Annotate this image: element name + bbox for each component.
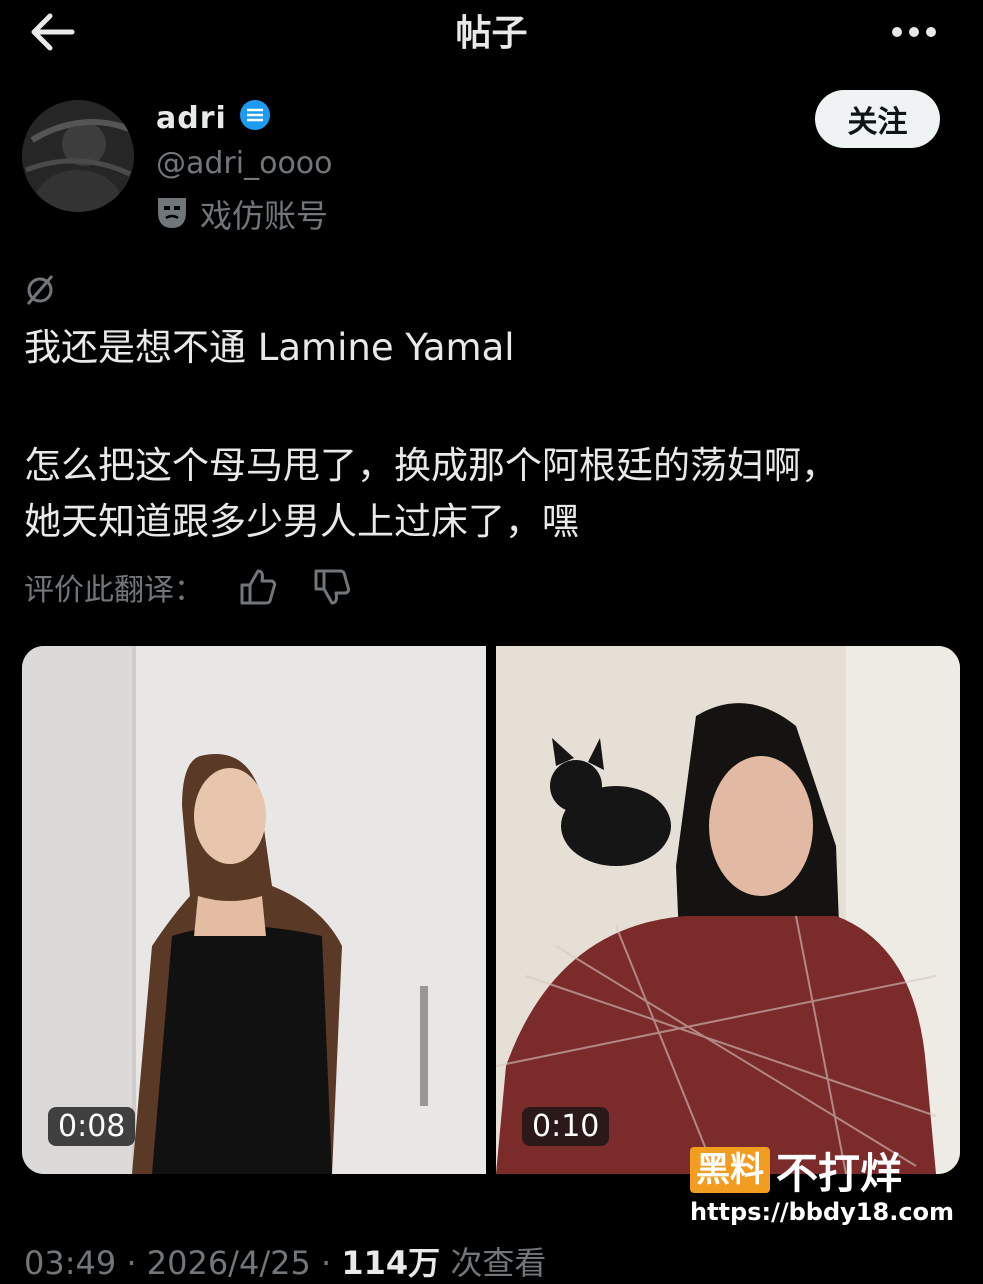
view-label: 次查看 <box>450 1244 547 1282</box>
parody-label: 戏仿账号 <box>200 197 329 235</box>
watermark-url: https://bbdy18.com <box>690 1198 955 1226</box>
page-title: 帖子 <box>455 13 528 54</box>
video-1-image <box>22 646 486 1174</box>
video-2-image <box>496 646 960 1174</box>
watermark-box: 黑料 <box>690 1147 770 1193</box>
media-grid: 0:08 0:10 <box>22 646 960 1174</box>
translate-icon <box>24 270 56 306</box>
follow-button[interactable]: 关注 <box>815 90 940 148</box>
post-text-line-2: 怎么把这个母马甩了，换成那个阿根廷的荡妇啊， <box>24 444 838 487</box>
watermark-logo: 黑料 不打烊 <box>690 1146 902 1198</box>
view-count: 114万 <box>341 1244 441 1282</box>
video-thumbnail-1[interactable]: 0:08 <box>22 646 486 1174</box>
more-options-icon[interactable] <box>889 10 939 54</box>
media-divider <box>486 646 496 1174</box>
author-username[interactable]: adri <box>156 98 272 140</box>
username-text: adri <box>156 101 227 136</box>
video-thumbnail-2[interactable]: 0:10 <box>496 646 960 1174</box>
video-duration-1: 0:08 <box>48 1107 136 1146</box>
post-meta: 03:49 · 2026/4/25 · 114万 次查看 <box>24 1238 546 1284</box>
top-bar: 帖子 <box>0 0 983 66</box>
rate-translation: 评价此翻译： <box>24 562 352 612</box>
video-duration-2: 0:10 <box>522 1107 610 1146</box>
avatar[interactable] <box>22 100 134 212</box>
thumbs-down-icon[interactable] <box>312 567 352 607</box>
verified-badge-icon <box>238 98 272 140</box>
post-text-line-1: 我还是想不通 Lamine Yamal <box>24 326 515 369</box>
thumbs-up-icon[interactable] <box>238 567 278 607</box>
post-time: 03:49 <box>24 1244 117 1282</box>
watermark-text: 不打烊 <box>776 1148 903 1198</box>
meta-separator: · <box>126 1244 137 1282</box>
theater-mask-icon <box>156 194 188 234</box>
meta-separator: · <box>320 1244 332 1282</box>
rate-translation-label: 评价此翻译： <box>24 573 204 608</box>
author-handle[interactable]: @adri_oooo <box>156 146 333 181</box>
parody-badge: 戏仿账号 <box>156 194 329 235</box>
post-text-line-3: 她天知道跟多少男人上过床了，嘿 <box>24 500 579 543</box>
post-date: 2026/4/25 <box>146 1244 311 1282</box>
